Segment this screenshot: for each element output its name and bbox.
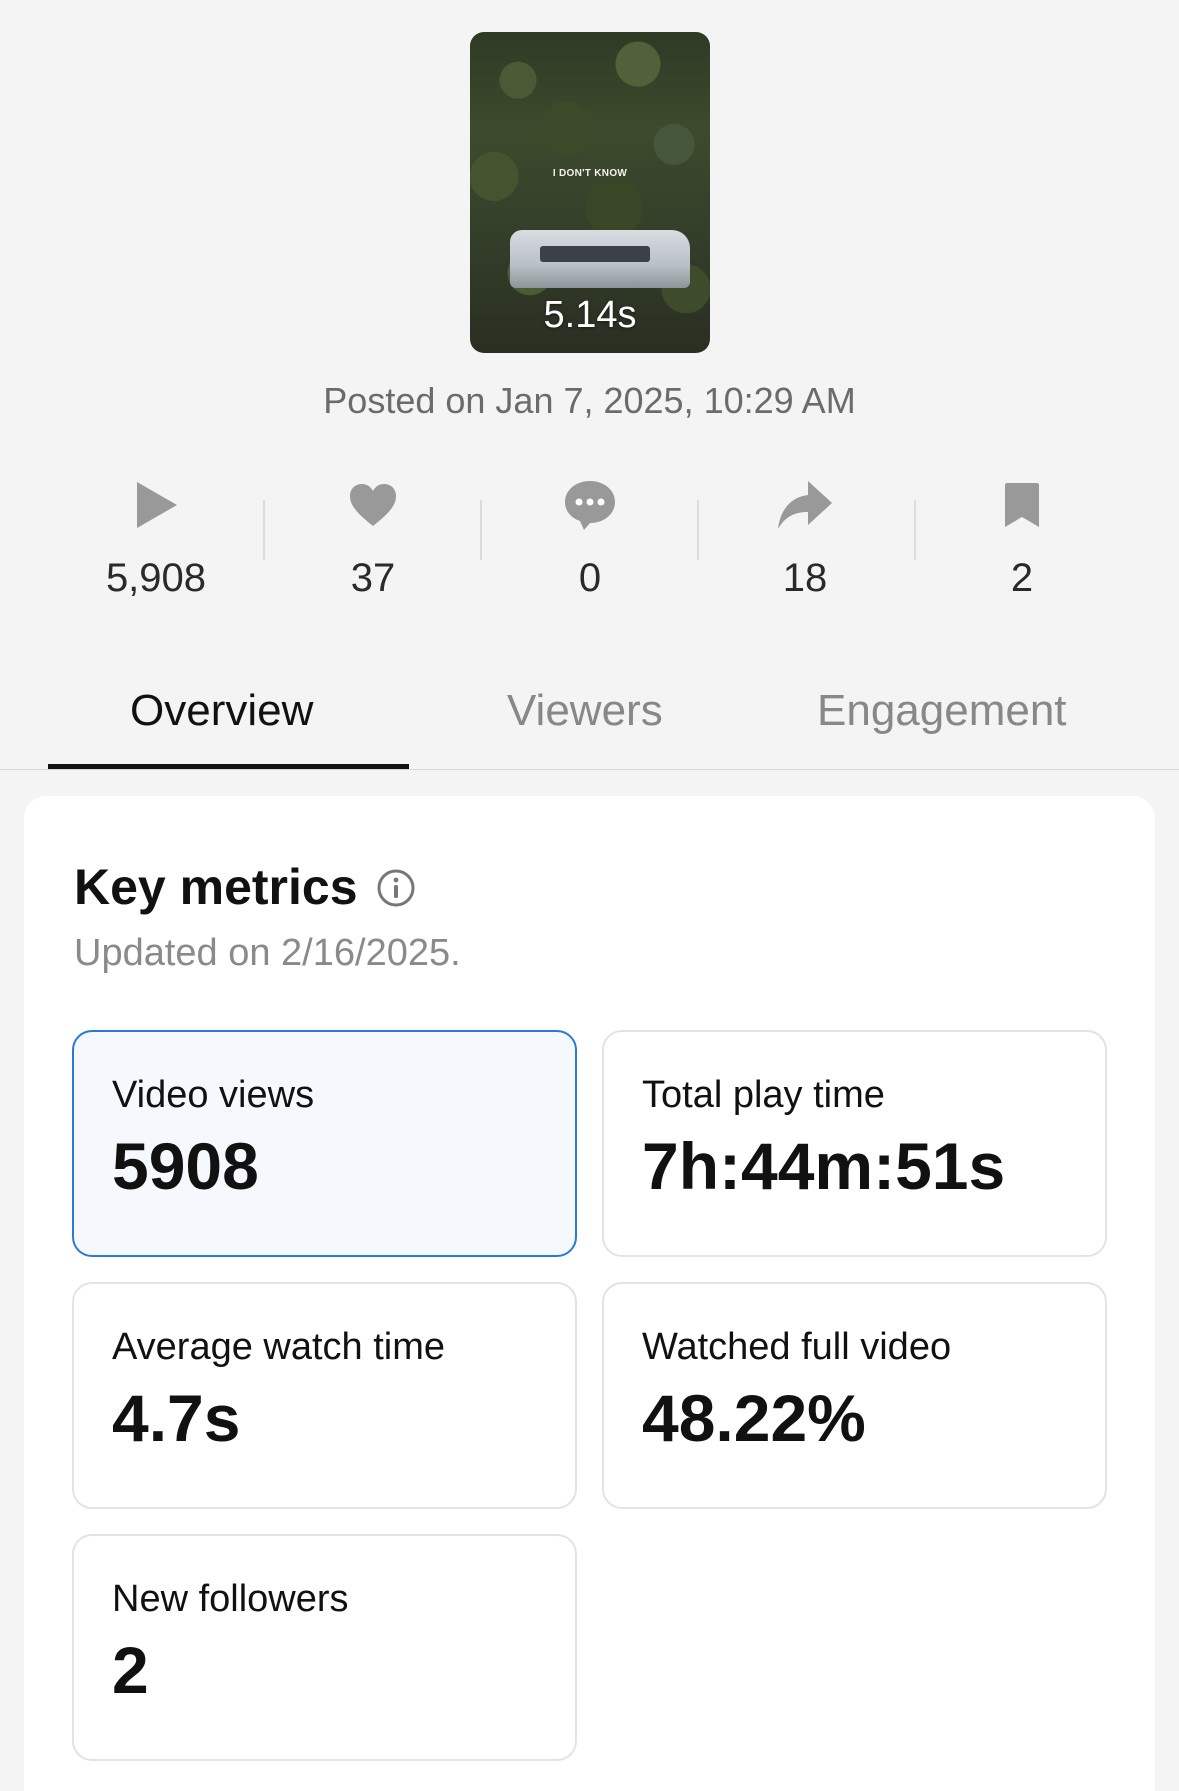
heart-icon: [288, 476, 458, 534]
stat-plays: 5,908: [71, 476, 241, 601]
metric-label: New followers: [112, 1578, 349, 1620]
metric-value: 5908: [112, 1129, 259, 1203]
play-icon: [71, 476, 241, 534]
thumbnail-rv-shape: [510, 230, 690, 288]
stat-divider: [263, 500, 265, 560]
info-icon[interactable]: [376, 868, 416, 913]
metric-average-watch-time[interactable]: Average watch time 4.7s: [72, 1282, 577, 1509]
likes-count: 37: [350, 556, 396, 600]
metric-video-views[interactable]: Video views 5908: [72, 1030, 577, 1257]
metric-new-followers[interactable]: New followers 2: [72, 1534, 577, 1761]
stat-likes: 37: [288, 476, 458, 601]
video-duration: 5.14s: [543, 294, 637, 336]
stat-divider: [697, 500, 699, 560]
metric-label: Total play time: [642, 1074, 885, 1116]
stat-comments: 0: [505, 476, 675, 601]
metric-value: 48.22%: [642, 1381, 866, 1455]
metric-watched-full-video[interactable]: Watched full video 48.22%: [602, 1282, 1107, 1509]
saves-count: 2: [1010, 556, 1034, 600]
comments-count: 0: [578, 556, 602, 600]
stat-saves: 2: [937, 476, 1107, 601]
metric-label: Video views: [112, 1074, 315, 1116]
video-thumbnail[interactable]: I DON'T KNOW 5.14s: [470, 32, 710, 353]
metric-value: 7h:44m:51s: [642, 1129, 1006, 1203]
metric-total-play-time[interactable]: Total play time 7h:44m:51s: [602, 1030, 1107, 1257]
plays-count: 5,908: [105, 556, 207, 600]
key-metrics-title: Key metrics: [74, 859, 358, 915]
bookmark-icon: [937, 476, 1107, 534]
tab-overview[interactable]: Overview: [130, 686, 313, 736]
updated-date: Updated on 2/16/2025.: [74, 932, 461, 974]
stat-divider: [914, 500, 916, 560]
tabs-divider: [0, 769, 1179, 770]
key-metrics-card: Key metrics Updated on 2/16/2025. Video …: [24, 796, 1155, 1791]
stat-shares: 18: [720, 476, 890, 601]
metric-label: Watched full video: [642, 1326, 952, 1368]
posted-date: Posted on Jan 7, 2025, 10:29 AM: [323, 380, 856, 421]
comment-icon: [505, 476, 675, 534]
metric-value: 2: [112, 1633, 149, 1707]
metric-value: 4.7s: [112, 1381, 241, 1455]
stat-divider: [480, 500, 482, 560]
tab-engagement[interactable]: Engagement: [817, 686, 1067, 736]
tab-viewers[interactable]: Viewers: [507, 686, 663, 736]
metric-label: Average watch time: [112, 1326, 446, 1368]
shares-count: 18: [782, 556, 828, 600]
share-arrow-icon: [720, 476, 890, 534]
thumbnail-overlay-text: I DON'T KNOW: [552, 168, 628, 179]
